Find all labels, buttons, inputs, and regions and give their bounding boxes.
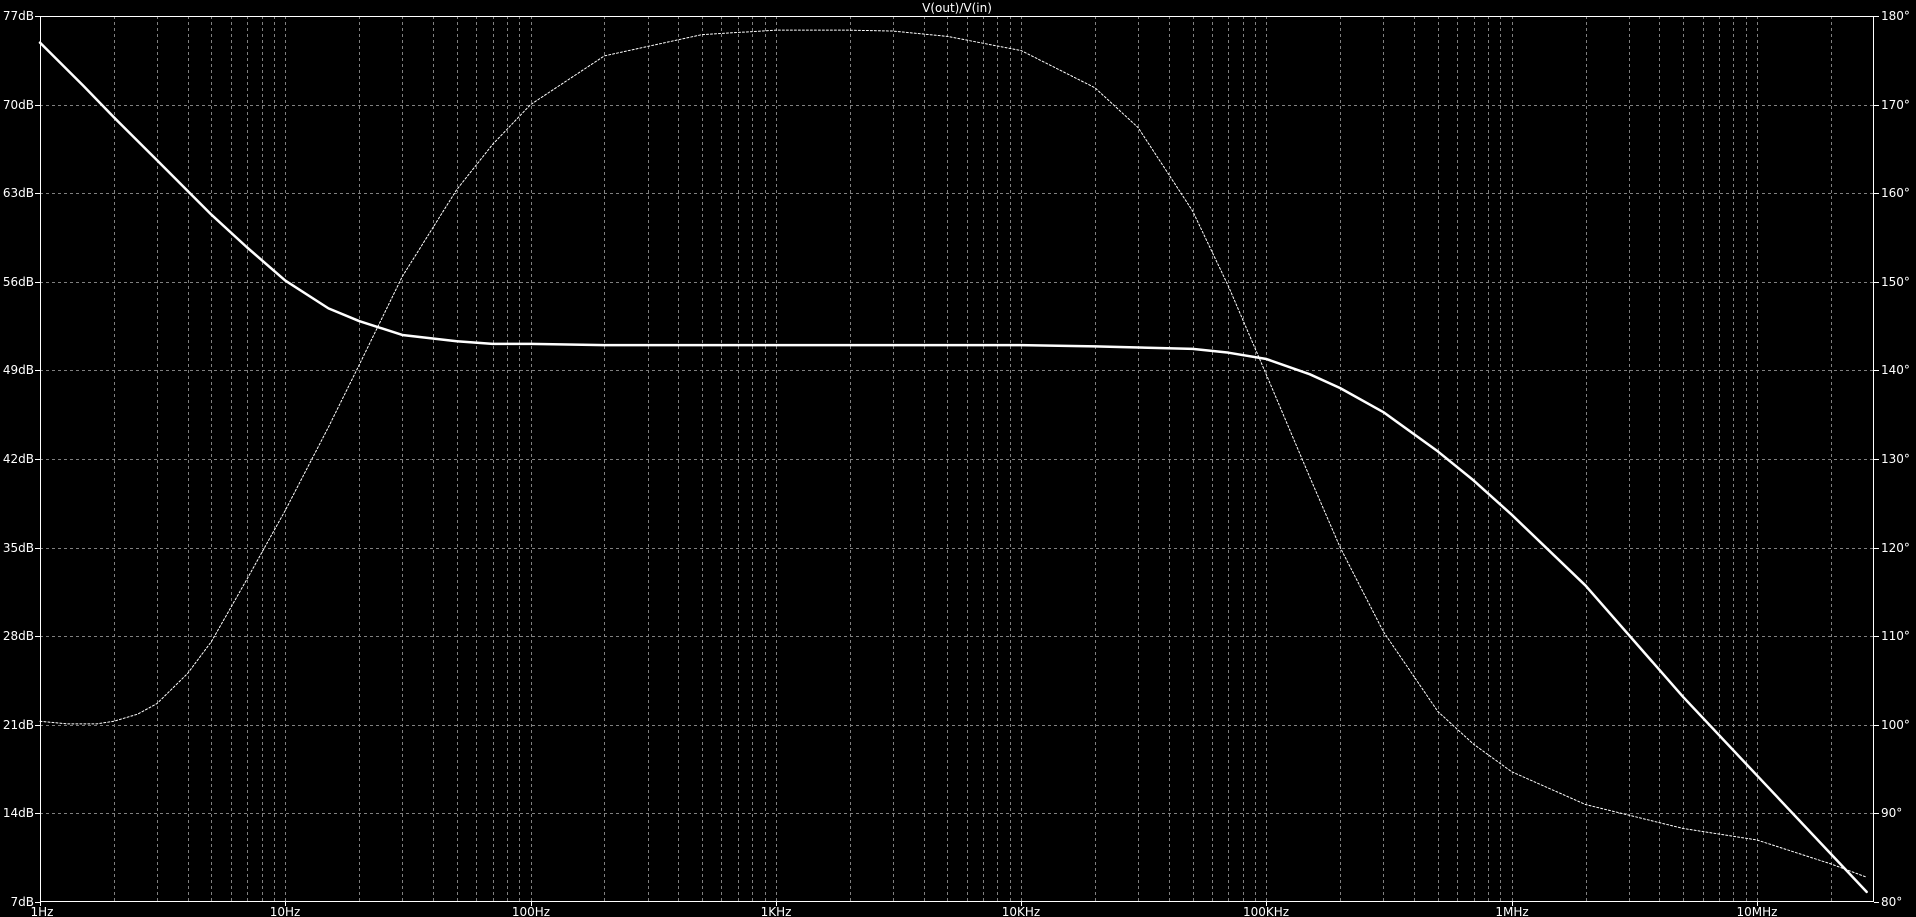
y-left-tick-label: 49dB — [3, 363, 34, 377]
y-right-tick-label: 90° — [1881, 806, 1902, 820]
y-right-tick-label: 110° — [1881, 629, 1910, 643]
plot-background — [0, 0, 1916, 917]
y-left-tick-label: 42dB — [3, 452, 34, 466]
y-left-tick-label: 77dB — [3, 9, 34, 23]
x-tick-label: 100Hz — [512, 905, 550, 917]
y-right-tick-label: 160° — [1881, 186, 1910, 200]
x-tick-label: 1MHz — [1495, 905, 1528, 917]
y-left-tick-label: 14dB — [3, 806, 34, 820]
y-right-tick-label: 170° — [1881, 98, 1910, 112]
y-left-tick-label: 70dB — [3, 98, 34, 112]
bode-plot: 7dB14dB21dB28dB35dB42dB49dB56dB63dB70dB7… — [0, 0, 1916, 917]
x-tick-label: 100KHz — [1243, 905, 1289, 917]
y-left-tick-label: 21dB — [3, 718, 34, 732]
y-right-tick-label: 80° — [1881, 895, 1902, 909]
y-right-tick-label: 140° — [1881, 363, 1910, 377]
x-tick-label: 1KHz — [761, 905, 792, 917]
y-left-tick-label: 28dB — [3, 629, 34, 643]
y-right-tick-label: 100° — [1881, 718, 1910, 732]
y-left-tick-label: 63dB — [3, 186, 34, 200]
x-tick-label: 1Hz — [31, 905, 54, 917]
y-right-tick-label: 130° — [1881, 452, 1910, 466]
y-right-tick-label: 180° — [1881, 9, 1910, 23]
y-left-tick-label: 35dB — [3, 541, 34, 555]
chart-title: V(out)/V(in) — [922, 1, 992, 15]
x-tick-label: 10MHz — [1737, 905, 1778, 917]
y-right-tick-label: 150° — [1881, 275, 1910, 289]
y-left-tick-label: 56dB — [3, 275, 34, 289]
x-tick-label: 10KHz — [1002, 905, 1040, 917]
x-tick-label: 10Hz — [270, 905, 301, 917]
y-right-tick-label: 120° — [1881, 541, 1910, 555]
